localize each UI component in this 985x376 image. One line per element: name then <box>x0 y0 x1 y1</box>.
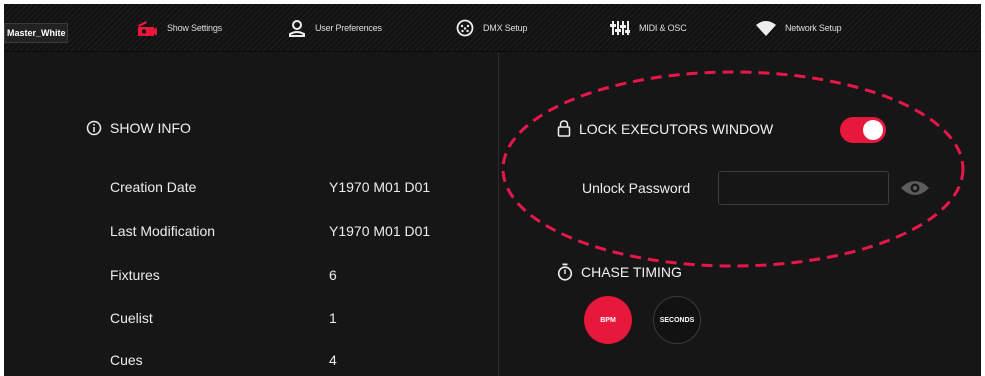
nav-label: Show Settings <box>167 23 222 33</box>
last-modification-value: Y1970 M01 D01 <box>329 223 431 239</box>
show-settings-icon <box>138 21 157 36</box>
nav-label: MIDI & OSC <box>639 23 687 33</box>
cues-label: Cues <box>110 352 143 368</box>
cuelist-value: 1 <box>329 310 337 326</box>
info-icon <box>86 120 102 136</box>
nav-show-settings[interactable]: Show Settings <box>136 4 222 52</box>
nav-label: Network Setup <box>785 23 842 33</box>
nav-label: DMX Setup <box>483 23 528 33</box>
show-info-title: SHOW INFO <box>110 120 191 136</box>
show-info-header: SHOW INFO <box>86 120 191 136</box>
creation-date-label: Creation Date <box>110 179 197 195</box>
lock-executors-header: LOCK EXECUTORS WINDOW <box>557 120 773 137</box>
chase-timing-title: CHASE TIMING <box>581 264 682 280</box>
nav-label: User Preferences <box>315 23 382 33</box>
last-modification-label: Last Modification <box>110 223 216 239</box>
seconds-button[interactable]: SECONDS <box>653 296 701 344</box>
column-divider <box>498 52 499 376</box>
midi-sliders-icon <box>610 21 630 35</box>
nav-user-preferences[interactable]: User Preferences <box>288 4 382 52</box>
creation-date-value: Y1970 M01 D01 <box>329 179 431 195</box>
chase-timing-header: CHASE TIMING <box>557 263 682 281</box>
unlock-password-input[interactable] <box>718 171 889 205</box>
app-window: Master_White Show Settings User Preferen… <box>4 4 981 376</box>
lock-executors-title: LOCK EXECUTORS WINDOW <box>579 120 774 137</box>
bpm-button[interactable]: BPM <box>584 296 632 344</box>
bpm-label: BPM <box>600 316 616 324</box>
fixtures-label: Fixtures <box>110 267 160 283</box>
nav-network-setup[interactable]: Network Setup <box>756 4 842 52</box>
nav-dmx-setup[interactable]: DMX Setup <box>456 4 527 52</box>
nav-midi-osc[interactable]: MIDI & OSC <box>610 4 687 52</box>
user-icon <box>289 20 305 37</box>
toggle-knob <box>863 120 883 140</box>
seconds-label: SECONDS <box>659 316 695 324</box>
user-badge[interactable]: Master_White <box>4 23 68 43</box>
eye-icon[interactable] <box>900 179 930 197</box>
unlock-password-label: Unlock Password <box>582 180 691 196</box>
wifi-icon <box>756 21 776 36</box>
cuelist-label: Cuelist <box>110 310 153 326</box>
top-nav-bar: Master_White Show Settings User Preferen… <box>4 4 981 52</box>
lock-executors-toggle[interactable] <box>840 117 886 143</box>
cues-value: 4 <box>329 352 337 368</box>
fixtures-value: 6 <box>329 267 337 283</box>
stopwatch-icon <box>557 263 573 281</box>
lock-icon <box>557 120 571 137</box>
dmx-connector-icon <box>456 19 474 37</box>
